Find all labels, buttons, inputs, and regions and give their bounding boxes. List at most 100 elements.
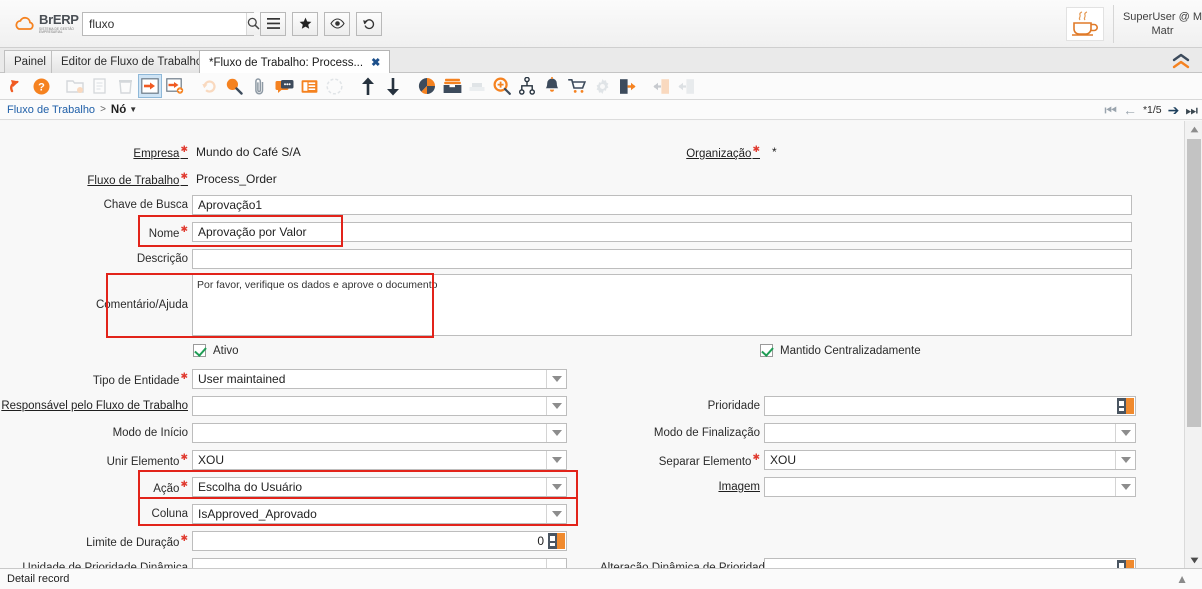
modo-de-inicio-combo[interactable] bbox=[192, 423, 567, 443]
field-label: Modo de Finalização bbox=[600, 427, 760, 439]
limite-de-duracao-input[interactable]: 0 bbox=[192, 531, 567, 551]
chevron-down-icon[interactable] bbox=[546, 451, 566, 469]
requests-icon[interactable] bbox=[297, 74, 321, 98]
checkbox-ativo[interactable]: Ativo bbox=[193, 344, 239, 357]
search-button[interactable] bbox=[246, 13, 260, 35]
modo-de-finalizacao-combo[interactable] bbox=[764, 423, 1136, 443]
user-area: SuperUser @ M Matr bbox=[1066, 0, 1202, 47]
unidade-prioridade-combo[interactable]: – bbox=[192, 558, 567, 568]
first-record-icon[interactable]: ⏮ bbox=[1104, 103, 1117, 117]
zoom-icon[interactable] bbox=[490, 74, 514, 98]
prioridade-input[interactable] bbox=[764, 396, 1136, 416]
prev-panel-icon[interactable] bbox=[649, 74, 673, 98]
find-icon[interactable] bbox=[222, 74, 246, 98]
chevron-down-icon[interactable] bbox=[546, 397, 566, 415]
parent-record-icon[interactable] bbox=[356, 74, 380, 98]
detail-record-icon[interactable] bbox=[381, 74, 405, 98]
save-record-icon[interactable] bbox=[138, 74, 162, 98]
chevron-down-icon[interactable]: ▼ bbox=[129, 105, 137, 114]
cloud-icon bbox=[14, 15, 36, 33]
chevron-up-icon[interactable]: ▲ bbox=[1176, 572, 1188, 586]
last-record-icon[interactable]: ⏭ bbox=[1185, 103, 1198, 117]
chave-de-busca-input[interactable]: Aprovação1 bbox=[192, 195, 1132, 215]
chat-icon[interactable] bbox=[272, 74, 296, 98]
chevron-down-icon[interactable] bbox=[1115, 451, 1135, 469]
field-label: Empresa✱ bbox=[0, 144, 188, 160]
new-record-icon[interactable] bbox=[63, 74, 87, 98]
shopping-cart-icon[interactable] bbox=[565, 74, 589, 98]
previous-record-icon[interactable]: ← bbox=[1123, 103, 1137, 117]
chevron-down-icon[interactable] bbox=[1115, 424, 1135, 442]
personal-lock-icon[interactable] bbox=[322, 74, 346, 98]
scroll-up-icon[interactable] bbox=[1185, 121, 1202, 137]
field-unidade-prioridade-dinamica: Unidade de Prioridade Dinâmica – bbox=[0, 557, 570, 568]
unir-elemento-combo[interactable]: XOU bbox=[192, 450, 567, 470]
tab-bar: Painel Editor de Fluxo de Trabalho ✖ *Fl… bbox=[0, 48, 1202, 73]
spinner-icon[interactable] bbox=[1117, 560, 1134, 568]
close-icon[interactable]: ✖ bbox=[371, 56, 380, 69]
field-modo-de-finalizacao: Modo de Finalização bbox=[600, 422, 1160, 444]
history-button[interactable] bbox=[356, 12, 382, 36]
chevron-down-icon[interactable] bbox=[546, 424, 566, 442]
favorites-button[interactable] bbox=[292, 12, 318, 36]
views-button[interactable] bbox=[324, 12, 350, 36]
exit-icon[interactable] bbox=[615, 74, 639, 98]
scroll-down-icon[interactable] bbox=[1185, 552, 1202, 568]
menu-button[interactable] bbox=[260, 12, 286, 36]
alert-icon[interactable] bbox=[540, 74, 564, 98]
user-info[interactable]: SuperUser @ M Matr bbox=[1123, 10, 1202, 38]
avatar[interactable] bbox=[1066, 7, 1104, 41]
vertical-scrollbar[interactable] bbox=[1184, 121, 1202, 568]
workflow-icon[interactable] bbox=[515, 74, 539, 98]
minus-icon[interactable]: – bbox=[546, 559, 566, 568]
breadcrumb-current[interactable]: Nó bbox=[111, 104, 126, 116]
save-create-new-icon[interactable] bbox=[163, 74, 187, 98]
refresh-icon[interactable] bbox=[197, 74, 221, 98]
chevron-down-icon[interactable] bbox=[546, 370, 566, 388]
tab-painel[interactable]: Painel bbox=[4, 50, 56, 73]
next-record-icon[interactable]: ➔ bbox=[1168, 103, 1180, 117]
tab-fluxo-trabalho-process[interactable]: *Fluxo de Trabalho: Process... ✖ bbox=[199, 50, 390, 74]
field-label: Responsável pelo Fluxo de Trabalho bbox=[0, 400, 188, 412]
field-label: Modo de Início bbox=[0, 427, 188, 439]
imagem-combo[interactable] bbox=[764, 477, 1136, 497]
nome-input[interactable]: Aprovação por Valor bbox=[192, 222, 1132, 242]
descricao-input[interactable] bbox=[192, 249, 1132, 269]
undo-icon[interactable] bbox=[4, 74, 28, 98]
chevron-down-icon[interactable] bbox=[546, 478, 566, 496]
print-preview-icon[interactable] bbox=[465, 74, 489, 98]
alteracao-dinamica-input[interactable] bbox=[764, 558, 1136, 568]
breadcrumb-root[interactable]: Fluxo de Trabalho bbox=[7, 104, 95, 116]
chevron-down-icon[interactable] bbox=[546, 505, 566, 523]
spinner-icon[interactable] bbox=[548, 533, 565, 549]
application-window: BrERP SISTEMA DE GESTÃO EMPRESARIAL bbox=[0, 0, 1202, 589]
comentario-ajuda-textarea[interactable]: Por favor, verifique os dados e aprove o… bbox=[192, 274, 1132, 336]
delete-record-icon[interactable] bbox=[113, 74, 137, 98]
separar-elemento-combo[interactable]: XOU bbox=[764, 450, 1136, 470]
record-form: Empresa✱ Mundo do Café S/A Fluxo de Trab… bbox=[0, 121, 1202, 568]
settings-icon[interactable] bbox=[590, 74, 614, 98]
field-label: Ação✱ bbox=[0, 479, 188, 495]
chevron-down-icon[interactable] bbox=[1115, 478, 1135, 496]
tipo-de-entidade-combo[interactable]: User maintained bbox=[192, 369, 567, 389]
scrollbar-thumb[interactable] bbox=[1187, 139, 1201, 427]
attachment-icon[interactable] bbox=[247, 74, 271, 98]
field-responsavel-fluxo: Responsável pelo Fluxo de Trabalho bbox=[0, 395, 570, 417]
acao-combo[interactable]: Escolha do Usuário bbox=[192, 477, 567, 497]
record-position: *1/5 bbox=[1143, 104, 1162, 116]
archive-icon[interactable] bbox=[440, 74, 464, 98]
responsavel-fluxo-combo[interactable] bbox=[192, 396, 567, 416]
next-panel-icon[interactable] bbox=[674, 74, 698, 98]
field-organizacao: Organização✱ * bbox=[600, 141, 1160, 163]
brerp-logo[interactable]: BrERP SISTEMA DE GESTÃO EMPRESARIAL bbox=[14, 13, 76, 34]
checkbox-label: Ativo bbox=[213, 345, 239, 357]
report-icon[interactable] bbox=[415, 74, 439, 98]
search-input[interactable] bbox=[83, 13, 246, 35]
spinner-icon[interactable] bbox=[1117, 398, 1134, 414]
coluna-combo[interactable]: IsApproved_Aprovado bbox=[192, 504, 567, 524]
status-message: Detail record bbox=[7, 573, 69, 585]
help-icon[interactable]: ? bbox=[29, 74, 53, 98]
checkbox-mantido-centralizadamente[interactable]: Mantido Centralizadamente bbox=[760, 344, 921, 357]
collapse-toolbar-button[interactable] bbox=[1166, 49, 1196, 72]
copy-record-icon[interactable] bbox=[88, 74, 112, 98]
